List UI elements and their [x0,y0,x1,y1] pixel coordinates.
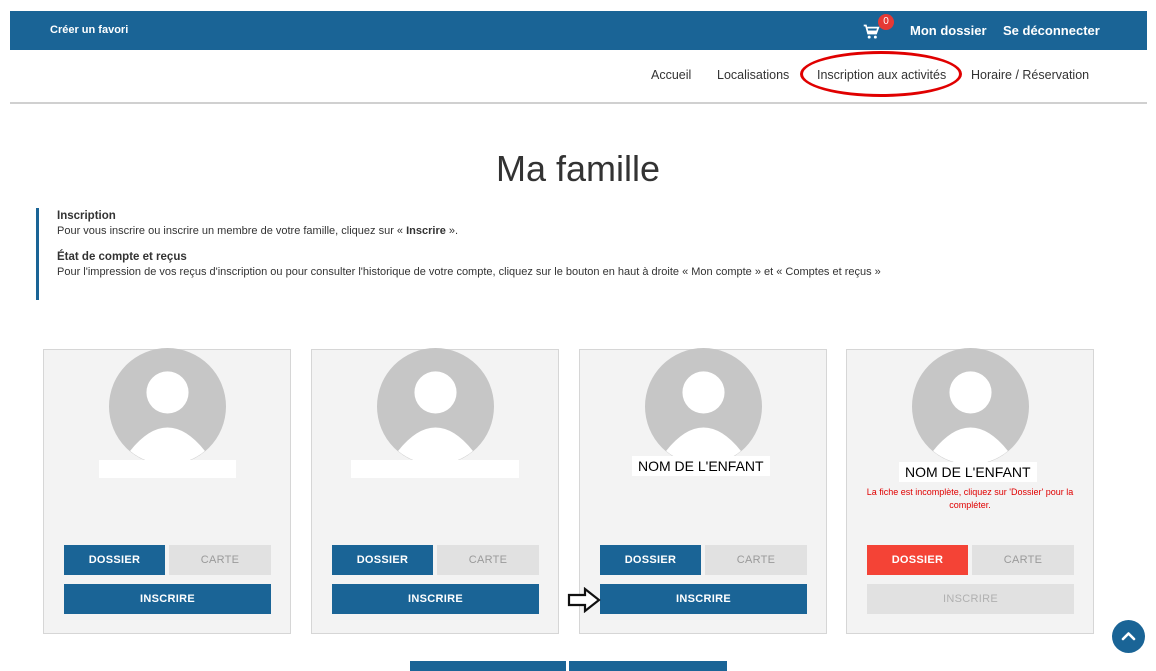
cart-icon[interactable] [862,24,880,40]
account-heading: État de compte et reçus [57,251,187,263]
family-member-card: DOSSIER CARTE INSCRIRE [311,348,559,634]
card-button[interactable]: CARTE [169,545,271,575]
member-name: NOM DE L'ENFANT [632,456,770,476]
card-button[interactable]: CARTE [705,545,807,575]
register-button[interactable]: INSCRIRE [332,584,539,614]
logout-link[interactable]: Se déconnecter [1003,23,1100,38]
my-file-link[interactable]: Mon dossier [910,23,987,38]
nav-item-schedule-reservation[interactable]: Horaire / Réservation [971,68,1089,82]
create-favorite-link[interactable]: Créer un favori [50,24,128,36]
register-button[interactable]: INSCRIRE [64,584,271,614]
family-member-card: NOM DE L'ENFANT DOSSIER CARTE INSCRIRE [579,348,827,634]
avatar-placeholder-icon [377,348,494,465]
avatar-placeholder-icon [912,348,1029,465]
inscription-text: Pour vous inscrire ou inscrire un membre… [57,225,459,237]
avatar-placeholder-icon [109,348,226,465]
highlight-circle [800,51,962,97]
member-name-field [351,460,519,478]
account-text: Pour l'impression de vos reçus d'inscrip… [57,266,881,278]
dossier-button[interactable]: DOSSIER [867,545,968,575]
chevron-up-icon [1121,632,1136,641]
main-nav: Accueil Localisations Inscription aux ac… [10,50,1147,104]
top-bar: Créer un favori 0 Mon dossier Se déconne… [10,11,1147,50]
avatar-placeholder-icon [645,348,762,465]
register-button[interactable]: INSCRIRE [600,584,807,614]
register-button-disabled: INSCRIRE [867,584,1074,614]
page-title: Ma famille [495,148,661,189]
dossier-button[interactable]: DOSSIER [332,545,433,575]
inscription-heading: Inscription [57,210,116,222]
card-button[interactable]: CARTE [972,545,1074,575]
family-member-card: NOM DE L'ENFANT La fiche est incomplète,… [846,348,1094,634]
family-member-card: DOSSIER CARTE INSCRIRE [43,348,291,634]
nav-item-home[interactable]: Accueil [651,68,691,82]
incomplete-file-warning: La fiche est incomplète, cliquez sur 'Do… [866,487,1074,510]
bottom-action-button[interactable] [569,661,727,671]
dossier-button[interactable]: DOSSIER [600,545,701,575]
card-button[interactable]: CARTE [437,545,539,575]
pointer-arrow-icon [567,587,601,613]
dossier-button[interactable]: DOSSIER [64,545,165,575]
info-panel: Inscription Pour vous inscrire ou inscri… [36,208,1136,300]
scroll-to-top-button[interactable] [1112,620,1145,653]
member-name-field [99,460,236,478]
bottom-action-button[interactable] [410,661,566,671]
cart-count-badge: 0 [878,14,894,30]
nav-item-locations[interactable]: Localisations [717,68,789,82]
member-name: NOM DE L'ENFANT [899,462,1037,482]
